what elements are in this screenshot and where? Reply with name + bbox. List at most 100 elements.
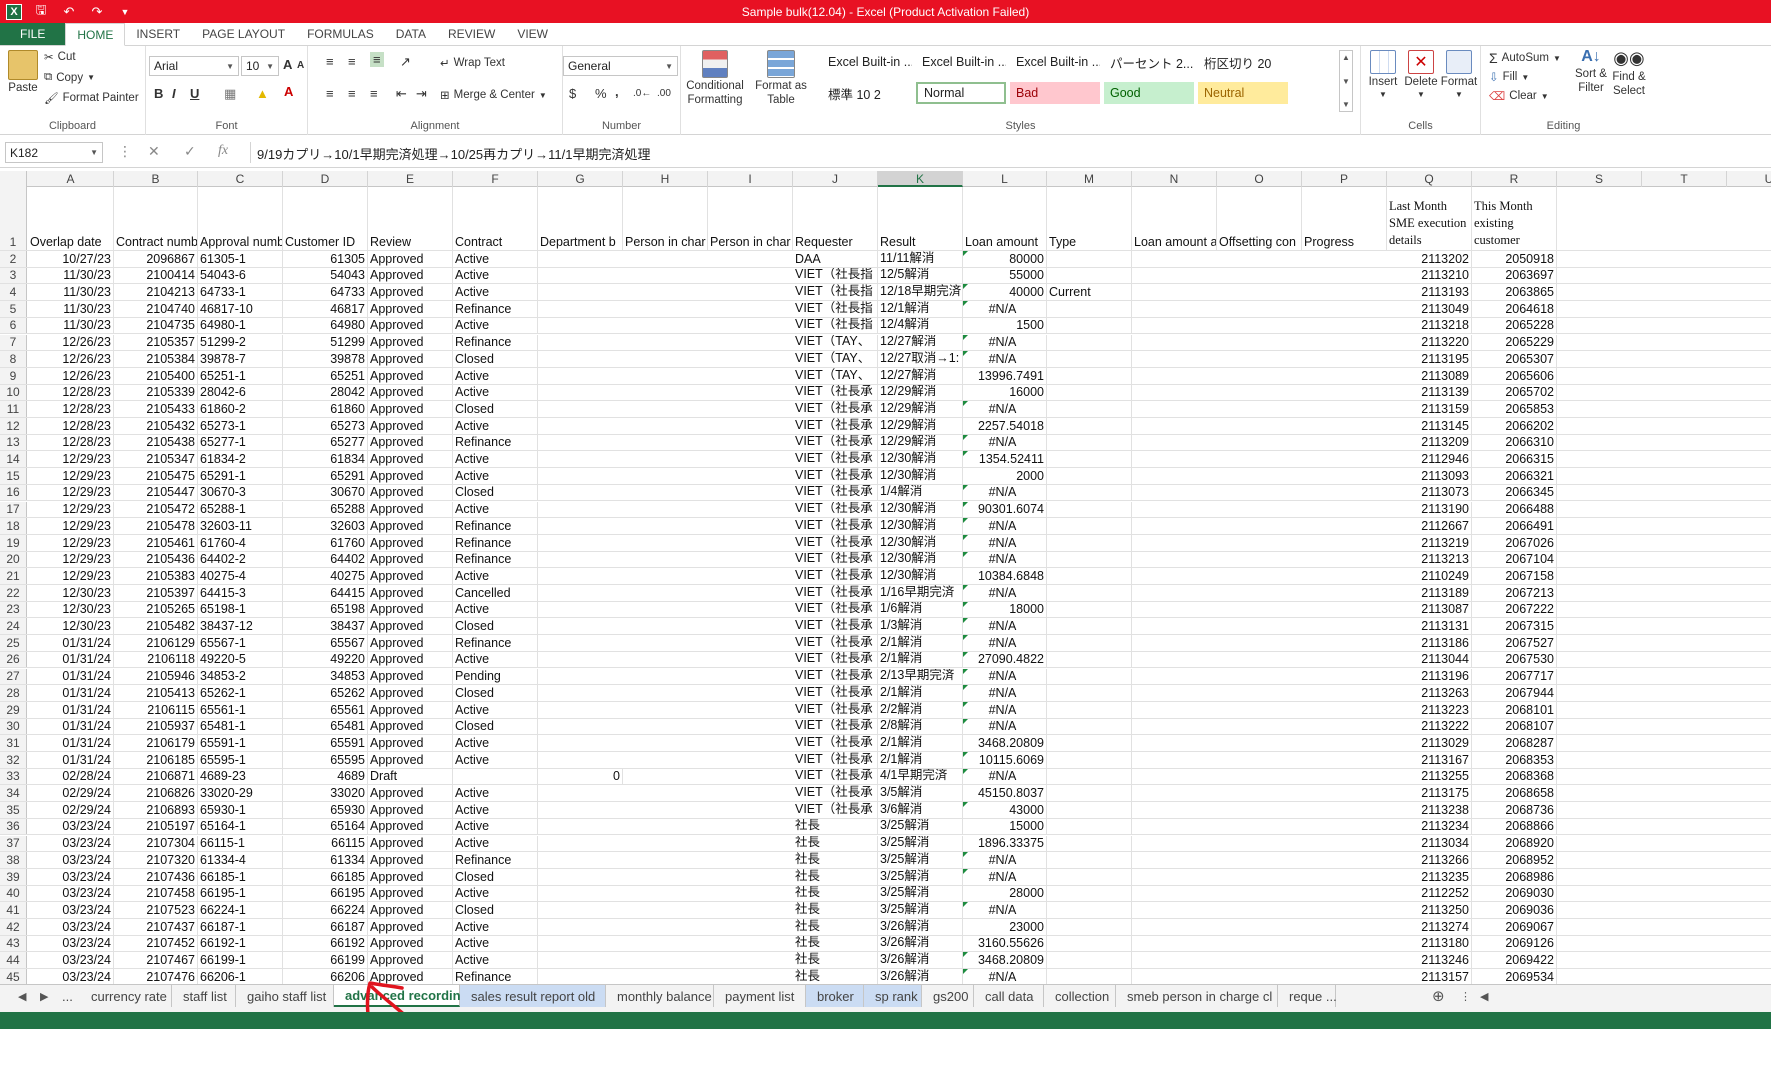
cell-k[interactable]: 3/6解消 [878, 802, 963, 818]
cell-q[interactable]: 2113145 [1387, 418, 1472, 434]
cell-r[interactable]: 2068287 [1472, 735, 1557, 751]
cell-a[interactable]: 03/23/24 [28, 935, 114, 952]
cell-d[interactable]: 65595 [283, 752, 368, 768]
cell-e[interactable]: Approved [368, 885, 453, 902]
cell-d[interactable]: 65198 [283, 601, 368, 618]
cell-d[interactable]: 4689 [283, 768, 368, 785]
cell-f[interactable]: Refinance [453, 301, 538, 317]
cell-r[interactable]: 2068866 [1472, 818, 1557, 835]
cell-d[interactable]: 65567 [283, 635, 368, 651]
row-header[interactable]: 14 [0, 451, 27, 468]
cell-l[interactable]: 90301.6074 [963, 501, 1047, 518]
cell-a[interactable]: 12/29/23 [28, 568, 114, 584]
cell-a[interactable]: 12/29/23 [28, 551, 114, 568]
cell-e[interactable]: Approved [368, 301, 453, 317]
column-header-b[interactable]: B [114, 171, 198, 187]
cell-k[interactable]: 2/1解消 [878, 651, 963, 668]
cell-m[interactable] [1047, 451, 1132, 468]
cell-b[interactable]: 2107304 [114, 835, 198, 852]
cell-d[interactable]: 61334 [283, 852, 368, 868]
clear-button[interactable]: ⌫ Clear ▼ [1489, 89, 1549, 103]
cell-c[interactable]: 49220-5 [198, 651, 283, 668]
cell-k[interactable]: 12/30解消 [878, 534, 963, 551]
row-header[interactable]: 16 [0, 484, 27, 501]
cell-q[interactable]: 2113193 [1387, 284, 1472, 301]
cell-f[interactable]: Refinance [453, 635, 538, 651]
cell-m[interactable] [1047, 802, 1132, 818]
cell-r[interactable]: 2066310 [1472, 434, 1557, 451]
cell-g[interactable]: 0 [538, 768, 623, 785]
cell-a[interactable]: 03/23/24 [28, 902, 114, 918]
cell-b[interactable]: 2107452 [114, 935, 198, 952]
cell-e[interactable]: Approved [368, 317, 453, 334]
increase-indent-icon[interactable]: ⇥ [416, 86, 427, 102]
sheet-tab-smeb-person-in-charge-cl[interactable]: smeb person in charge cl [1116, 985, 1278, 1007]
cell-c[interactable]: 65291-1 [198, 468, 283, 484]
cell-r[interactable]: 2066488 [1472, 501, 1557, 518]
cell-k[interactable]: 12/29解消 [878, 384, 963, 401]
header-cell-h[interactable]: Person in char [623, 187, 708, 250]
cell-l[interactable]: 80000 [963, 251, 1047, 267]
cell-e[interactable]: Approved [368, 701, 453, 718]
cell-f[interactable]: Active [453, 284, 538, 301]
cell-c[interactable]: 65591-1 [198, 735, 283, 751]
cell-m[interactable] [1047, 718, 1132, 735]
cell-k[interactable]: 12/30解消 [878, 551, 963, 568]
cell-r[interactable]: 2065606 [1472, 367, 1557, 384]
cell-l[interactable]: 13996.7491 [963, 367, 1047, 384]
cell-f[interactable]: Closed [453, 868, 538, 885]
cell-b[interactable]: 2104740 [114, 301, 198, 317]
cell-m[interactable] [1047, 735, 1132, 751]
cell-d[interactable]: 65288 [283, 501, 368, 518]
header-cell-o[interactable]: Offsetting con [1217, 187, 1302, 250]
cell-q[interactable]: 2113049 [1387, 301, 1472, 317]
cell-l[interactable]: 40000 [963, 284, 1047, 301]
cell-j[interactable]: 社長 [793, 835, 878, 852]
row-header[interactable]: 11 [0, 401, 27, 417]
cell-e[interactable]: Approved [368, 418, 453, 434]
save-icon[interactable]: 🖫 [32, 1, 50, 23]
cell-q[interactable]: 2113175 [1387, 785, 1472, 802]
cell-j[interactable]: VIET（社長指 [793, 284, 878, 301]
cell-a[interactable]: 01/31/24 [28, 685, 114, 701]
cell-f[interactable]: Active [453, 468, 538, 484]
cell-k[interactable]: 11/11解消 [878, 251, 963, 267]
cell-q[interactable]: 2113223 [1387, 701, 1472, 718]
cell-k[interactable]: 12/29解消 [878, 434, 963, 451]
header-cell-e[interactable]: Review [368, 187, 453, 250]
cell-k[interactable]: 12/1解消 [878, 301, 963, 317]
cell-k[interactable]: 2/2解消 [878, 701, 963, 718]
font-color-icon[interactable]: A [284, 84, 293, 99]
cell-m[interactable] [1047, 568, 1132, 584]
cell-m[interactable] [1047, 919, 1132, 935]
cell-b[interactable]: 2105478 [114, 518, 198, 534]
cell-a[interactable]: 01/31/24 [28, 701, 114, 718]
column-header-d[interactable]: D [283, 171, 368, 187]
cell-r[interactable]: 2069534 [1472, 969, 1557, 984]
cell-k[interactable]: 2/13早期完済 [878, 668, 963, 685]
cell-q[interactable]: 2112946 [1387, 451, 1472, 468]
sheet-tab-monthly-balance[interactable]: monthly balance [606, 985, 714, 1007]
cell-m[interactable] [1047, 685, 1132, 701]
cell-r[interactable]: 2068368 [1472, 768, 1557, 785]
cell-d[interactable]: 65291 [283, 468, 368, 484]
cell-e[interactable]: Approved [368, 501, 453, 518]
row-header[interactable]: 15 [0, 468, 27, 484]
format-painter-button[interactable]: 🖌 Format Painter [44, 91, 139, 105]
cell-j[interactable]: VIET（社長承 [793, 752, 878, 768]
cell-c[interactable]: 34853-2 [198, 668, 283, 685]
row-header[interactable]: 41 [0, 902, 27, 918]
cell-e[interactable]: Approved [368, 267, 453, 284]
row-header[interactable]: 4 [0, 284, 27, 301]
cell-d[interactable]: 28042 [283, 384, 368, 401]
cell-c[interactable]: 66192-1 [198, 935, 283, 952]
cell-e[interactable]: Approved [368, 334, 453, 351]
style-gallery-normal[interactable]: Normal [916, 82, 1006, 104]
font-name-select[interactable]: Arial ▼ [149, 56, 239, 76]
cell-f[interactable]: Closed [453, 401, 538, 417]
ribbon-tab-page-layout[interactable]: PAGE LAYOUT [191, 23, 296, 45]
cell-k[interactable]: 1/6解消 [878, 601, 963, 618]
cell-k[interactable]: 12/30解消 [878, 501, 963, 518]
cell-m[interactable] [1047, 635, 1132, 651]
cell-k[interactable]: 3/26解消 [878, 952, 963, 969]
